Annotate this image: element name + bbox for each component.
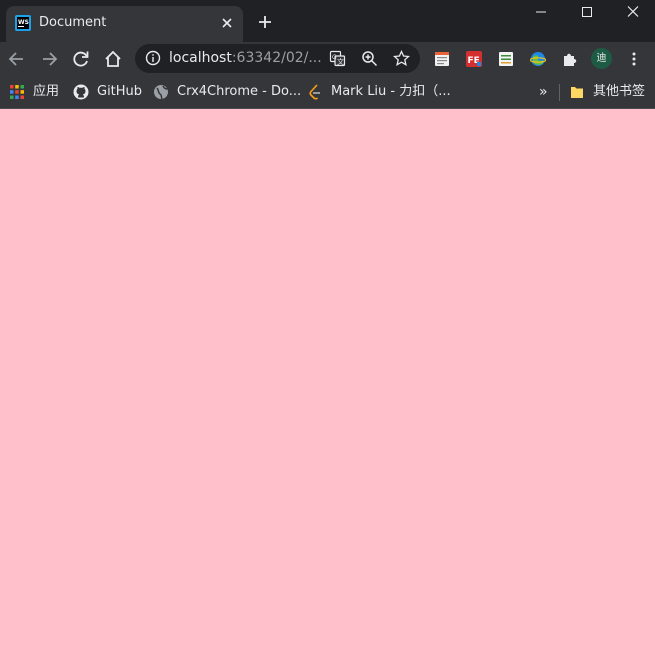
extension-icon[interactable] bbox=[562, 51, 578, 67]
toolbar: localhost:63342/02/... 文 G FE 迪 bbox=[0, 42, 655, 76]
url-host: localhost bbox=[169, 50, 232, 66]
leetcode-icon bbox=[309, 84, 320, 100]
bookmark-label: 应用 bbox=[33, 84, 60, 99]
svg-text:WS: WS bbox=[18, 19, 29, 26]
webstorm-icon: WS bbox=[15, 15, 31, 31]
url-path: :63342/02/... bbox=[231, 50, 322, 66]
star-icon[interactable] bbox=[393, 50, 410, 67]
bookmark-crx4chrome[interactable]: Crx4Chrome - Do... bbox=[153, 83, 301, 101]
url-text[interactable]: localhost:63342/02/... bbox=[169, 50, 322, 67]
menu-icon[interactable] bbox=[626, 51, 642, 67]
bookmark-label: 其他书签 bbox=[593, 84, 646, 99]
reload-icon[interactable] bbox=[71, 49, 91, 69]
address-bar[interactable]: localhost:63342/02/... 文 G bbox=[135, 44, 420, 73]
bookmark-label: Mark Liu - 力扣（... bbox=[331, 84, 451, 99]
close-tab-icon[interactable] bbox=[219, 15, 235, 31]
bookmarks-overflow-icon[interactable]: » bbox=[539, 83, 548, 101]
tab-strip: WS Document bbox=[0, 0, 655, 42]
forward-icon[interactable] bbox=[39, 49, 59, 69]
svg-text:G: G bbox=[332, 54, 337, 61]
globe-extension-icon[interactable] bbox=[530, 51, 546, 67]
notes-extension-icon[interactable] bbox=[434, 51, 450, 67]
maximize-icon[interactable] bbox=[577, 4, 597, 20]
bookmark-label: Crx4Chrome - Do... bbox=[177, 84, 302, 99]
zoom-icon[interactable] bbox=[361, 50, 378, 67]
bookmark-github[interactable]: GitHub bbox=[73, 83, 142, 101]
tab-title: Document bbox=[39, 15, 107, 30]
minimize-icon[interactable] bbox=[531, 4, 551, 20]
close-icon[interactable] bbox=[623, 4, 643, 20]
folder-icon bbox=[571, 87, 583, 98]
sheet-extension-icon[interactable] bbox=[498, 51, 514, 67]
back-icon[interactable] bbox=[7, 49, 27, 69]
new-tab-icon[interactable] bbox=[257, 14, 273, 30]
apps-icon bbox=[10, 85, 24, 99]
info-icon[interactable] bbox=[145, 50, 161, 66]
bookmark-leetcode[interactable]: Mark Liu - 力扣（... bbox=[307, 83, 451, 101]
globe-icon bbox=[154, 85, 168, 100]
bookmark-apps[interactable]: 应用 bbox=[9, 83, 59, 101]
avatar[interactable]: 迪 bbox=[591, 48, 612, 69]
translate-icon[interactable]: 文 G bbox=[329, 50, 346, 67]
bookmarks-bar: 应用 GitHub Crx4Chrome - Do... Mark Liu - … bbox=[0, 76, 655, 109]
svg-text:文: 文 bbox=[337, 57, 344, 66]
bookmarks-divider bbox=[559, 84, 560, 101]
bookmark-label: GitHub bbox=[97, 84, 143, 99]
fe-extension-icon[interactable]: FE bbox=[466, 51, 482, 67]
github-icon bbox=[73, 84, 89, 100]
tab-document[interactable]: WS Document bbox=[6, 6, 243, 42]
home-icon[interactable] bbox=[103, 49, 123, 69]
bookmark-other[interactable]: 其他书签 bbox=[569, 83, 645, 101]
page-viewport bbox=[0, 110, 655, 656]
